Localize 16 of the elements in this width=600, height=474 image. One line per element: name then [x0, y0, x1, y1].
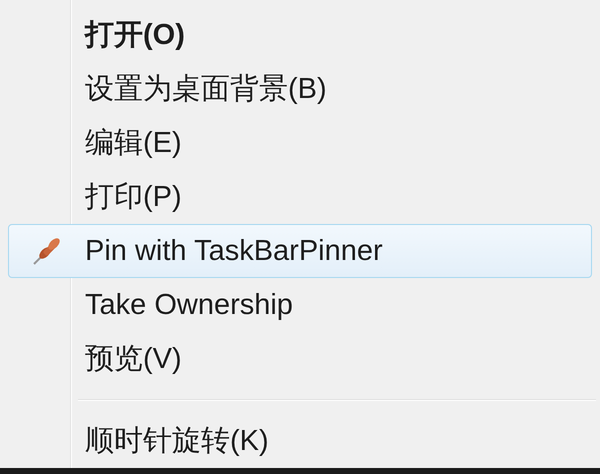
menu-item[interactable]: 打印(P): [8, 170, 592, 224]
menu-item[interactable]: Take Ownership: [8, 278, 592, 332]
menu-item-label: 编辑(E): [85, 128, 182, 158]
menu-item[interactable]: 编辑(E): [8, 116, 592, 170]
menu-item[interactable]: 顺时针旋转(K): [8, 414, 592, 468]
menu-item[interactable]: 预览(V): [8, 332, 592, 386]
menu-item-label: 打开(O): [85, 20, 185, 50]
menu-item-label: 预览(V): [85, 344, 182, 374]
menu-item[interactable]: 打开(O): [8, 8, 592, 62]
menu-item-label: 顺时针旋转(K): [85, 426, 269, 456]
menu-item[interactable]: 设置为桌面背景(B): [8, 62, 592, 116]
menu-item-label: 打印(P): [85, 182, 182, 212]
menu-item-label: Pin with TaskBarPinner: [85, 236, 383, 266]
menu-item-label: Take Ownership: [85, 290, 293, 320]
menu-item[interactable]: Pin with TaskBarPinner: [8, 224, 592, 278]
menu-item-label: 设置为桌面背景(B): [85, 74, 327, 104]
